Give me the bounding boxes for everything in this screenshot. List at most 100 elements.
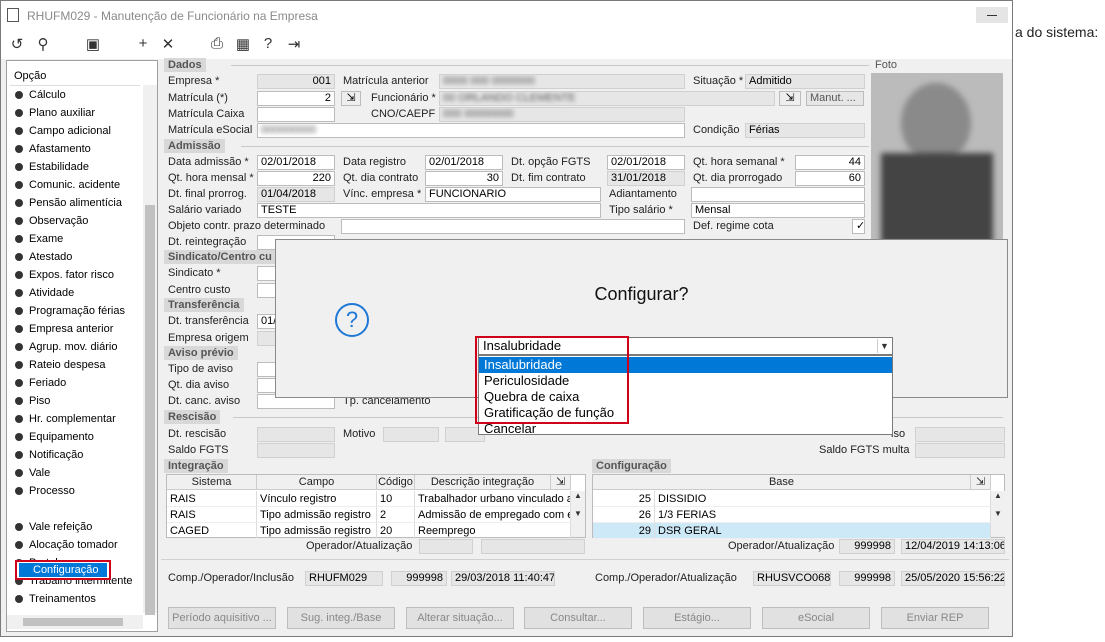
delete-icon[interactable]: ✕ xyxy=(158,35,178,53)
tipo-aviso-field[interactable] xyxy=(257,362,277,377)
sug-integ-base-button[interactable]: Sug. integ./Base xyxy=(287,607,395,629)
calendar-icon[interactable]: ▦ xyxy=(233,35,253,53)
enviar-rep-button[interactable]: Enviar REP xyxy=(881,607,989,629)
section-integracao: Integração xyxy=(164,459,228,473)
matricula-field[interactable]: 2 xyxy=(257,91,335,106)
sidebar-item[interactable]: Pensão alimentícia xyxy=(15,195,122,212)
sidebar-selected-highlight[interactable]: Configuração xyxy=(15,560,111,580)
qt-dia-prorrogado-field[interactable]: 60 xyxy=(795,171,865,186)
sidebar-item[interactable]: Plano auxiliar xyxy=(15,105,95,122)
manut-button[interactable]: Manut. ... xyxy=(806,91,864,106)
sidebar-item[interactable]: Vale refeição xyxy=(15,519,92,536)
sidebar-item[interactable]: Alocação tomador xyxy=(15,537,118,554)
empresa-field[interactable]: 001 xyxy=(257,74,335,89)
qt-hora-mensal-field[interactable]: 220 xyxy=(257,171,335,186)
dt-transferencia-field[interactable]: 01/ xyxy=(257,314,277,329)
adiantamento-select[interactable] xyxy=(691,187,865,202)
sidebar-item[interactable]: Exame xyxy=(15,231,63,248)
integracao-cell[interactable]: Reemprego xyxy=(415,523,571,539)
integracao-cell[interactable]: 20 xyxy=(377,523,415,539)
sidebar-item[interactable]: Comunic. acidente xyxy=(15,177,120,194)
periodo-aquisitivo-button[interactable]: Período aquisitivo ... xyxy=(168,607,276,629)
sidebar-item[interactable]: Estabilidade xyxy=(15,159,89,176)
dt-opcao-fgts-field[interactable]: 02/01/2018 xyxy=(607,155,685,170)
sidebar-item[interactable]: Vale xyxy=(15,465,50,482)
configuracao-desc-cell[interactable]: 1/3 FERIAS xyxy=(655,507,991,523)
matricula-esocial-field[interactable]: 000000000 xyxy=(257,123,685,138)
data-admissao-field[interactable]: 02/01/2018 xyxy=(257,155,335,170)
tipo-salario-select[interactable]: Mensal xyxy=(691,203,865,218)
vinc-empresa-select[interactable]: FUNCIONARIO xyxy=(425,187,601,202)
sidebar-item[interactable]: Atestado xyxy=(15,249,72,266)
sidebar-item[interactable]: Campo adicional xyxy=(15,123,111,140)
centro-custo-field[interactable] xyxy=(257,283,277,298)
sidebar-item[interactable]: Cálculo xyxy=(15,87,66,104)
qt-hora-semanal-field[interactable]: 44 xyxy=(795,155,865,170)
sidebar-item[interactable]: Piso xyxy=(15,393,50,410)
configuracao-desc-cell[interactable]: DSR GERAL xyxy=(655,523,991,539)
minimize-button[interactable] xyxy=(976,7,1008,23)
data-registro-field[interactable]: 02/01/2018 xyxy=(425,155,503,170)
sidebar-item[interactable]: Expos. fator risco xyxy=(15,267,114,284)
help-icon[interactable]: ? xyxy=(258,35,278,52)
integracao-cell[interactable]: CAGED xyxy=(167,523,257,539)
def-regime-cota-checkbox[interactable]: ✓ xyxy=(852,219,865,234)
salario-variado-field[interactable]: TESTE xyxy=(257,203,601,218)
configuracao-code-cell[interactable]: 25 xyxy=(593,491,655,507)
sidebar-vertical-scrollbar[interactable] xyxy=(143,85,157,615)
sindicato-field[interactable] xyxy=(257,266,277,281)
configuracao-table[interactable]: Base ⇲ 25 DISSIDIO 26 1/3 FERIAS 29 DSR GERAL… xyxy=(592,474,1005,539)
integracao-cell[interactable]: Tipo admissão registro xyxy=(257,507,377,523)
integracao-cell[interactable]: Tipo admissão registro xyxy=(257,523,377,539)
sidebar-header: Opção xyxy=(10,66,140,86)
add-icon[interactable]: + xyxy=(133,35,153,52)
sidebar-item[interactable]: Atividade xyxy=(15,285,74,302)
configuracao-col-options-icon[interactable]: ⇲ xyxy=(971,475,991,490)
sidebar-item[interactable]: Feriado xyxy=(15,375,66,392)
sidebar-item[interactable]: Programação férias xyxy=(15,303,125,320)
sidebar-horizontal-scrollbar[interactable] xyxy=(7,615,143,629)
sidebar-item-configuracao[interactable]: Configuração xyxy=(19,563,107,577)
save-icon[interactable]: ▣ xyxy=(83,35,103,53)
sidebar-item[interactable]: Notificação xyxy=(15,447,83,464)
objeto-contrato-field[interactable] xyxy=(341,219,685,234)
integracao-cell[interactable]: RAIS xyxy=(167,507,257,523)
exit-icon[interactable]: ⇥ xyxy=(284,35,304,53)
funcionario-lookup-button[interactable]: ⇲ xyxy=(779,91,801,106)
sidebar-item[interactable]: Hr. complementar xyxy=(15,411,116,428)
configuracao-code-cell[interactable]: 26 xyxy=(593,507,655,523)
estagio-button[interactable]: Estágio... xyxy=(643,607,751,629)
sidebar-item[interactable]: Agrup. mov. diário xyxy=(15,339,117,356)
integracao-col-options-icon[interactable]: ⇲ xyxy=(551,475,571,490)
qt-dia-aviso-field[interactable] xyxy=(257,378,277,393)
sidebar-item[interactable]: Equipamento xyxy=(15,429,94,446)
matricula-lookup-button[interactable]: ⇲ xyxy=(341,91,361,106)
sidebar-item[interactable]: Empresa anterior xyxy=(15,321,113,338)
integracao-scrollbar[interactable]: ▲ ▼ xyxy=(571,491,585,537)
configuracao-scrollbar[interactable]: ▲ ▼ xyxy=(991,491,1005,537)
chevron-down-icon[interactable]: ▼ xyxy=(877,339,891,353)
sidebar-item[interactable]: Afastamento xyxy=(15,141,91,158)
integracao-cell[interactable]: 2 xyxy=(377,507,415,523)
esocial-button[interactable]: eSocial xyxy=(762,607,870,629)
sidebar-item[interactable]: Rateio despesa xyxy=(15,357,105,374)
integracao-table[interactable]: Sistema Campo Código Descrição integraçã… xyxy=(166,474,586,539)
configuracao-code-cell[interactable]: 29 xyxy=(593,523,655,539)
integracao-cell[interactable]: Admissão de empregado com e xyxy=(415,507,571,523)
configuracao-desc-cell[interactable]: DISSIDIO xyxy=(655,491,991,507)
search-icon[interactable]: ⚲ xyxy=(33,35,53,53)
qt-dia-contrato-field[interactable]: 30 xyxy=(425,171,503,186)
print-icon[interactable]: ⎙ xyxy=(207,35,227,52)
alterar-situacao-button[interactable]: Alterar situação... xyxy=(406,607,514,629)
sidebar-item[interactable]: Observação xyxy=(15,213,88,230)
bullet-icon xyxy=(15,415,23,423)
integracao-cell[interactable]: Trabalhador urbano vinculado a xyxy=(415,491,571,507)
sidebar-item[interactable]: Processo xyxy=(15,483,75,500)
integracao-cell[interactable]: 10 xyxy=(377,491,415,507)
integracao-cell[interactable]: RAIS xyxy=(167,491,257,507)
sidebar-item[interactable]: Treinamentos xyxy=(15,591,96,608)
matricula-caixa-field[interactable] xyxy=(257,107,335,122)
integracao-cell[interactable]: Vínculo registro xyxy=(257,491,377,507)
undo-icon[interactable]: ↺ xyxy=(7,35,27,53)
consultar-button[interactable]: Consultar... xyxy=(524,607,632,629)
